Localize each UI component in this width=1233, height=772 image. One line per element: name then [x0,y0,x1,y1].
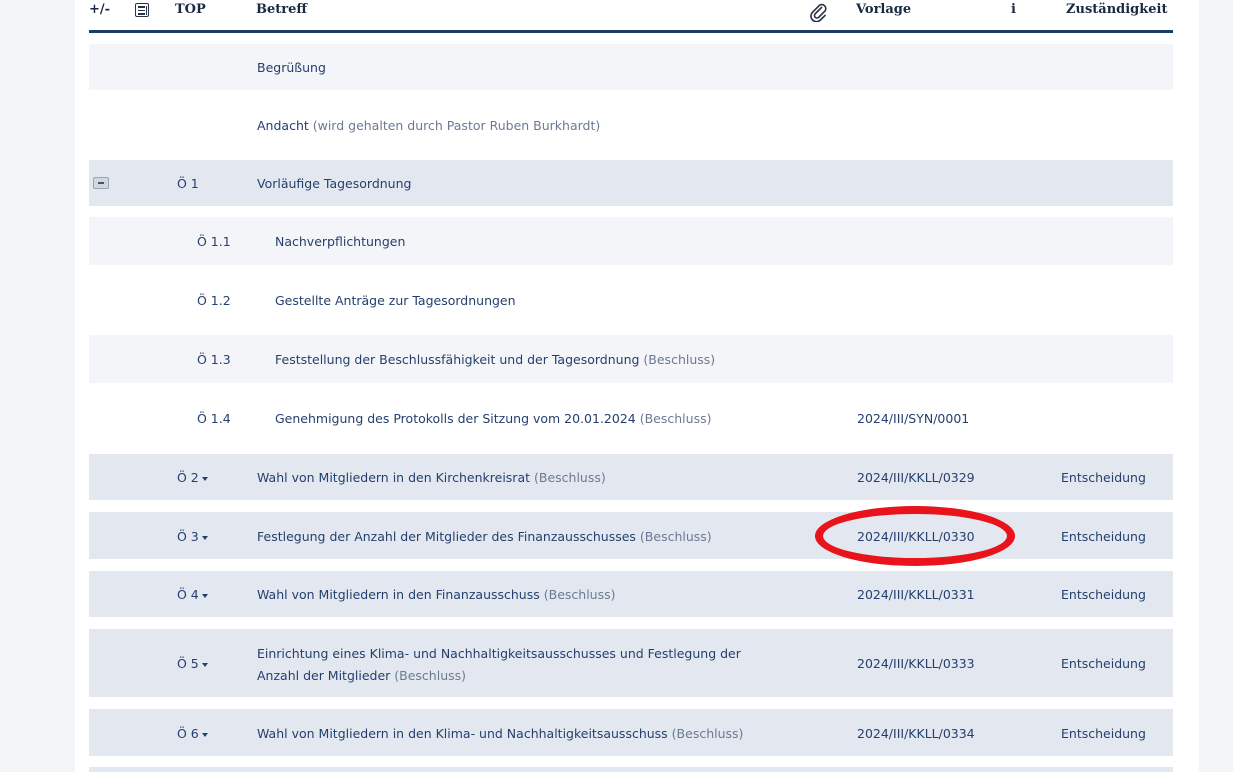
betreff-link[interactable]: Nachverpflichtungen [275,234,405,249]
table-row: Ö 1.2 Gestellte Anträge zur Tagesordnung… [89,276,1173,324]
info-icon: i [1011,2,1016,17]
betreff-link[interactable]: Feststellung der Beschlussfähigkeit und … [275,352,715,367]
column-vorlage-header: Vorlage [856,2,912,17]
zustaendigkeit-value: Entscheidung [1061,470,1146,485]
top-number-dropdown[interactable]: Ö 4 [177,587,208,602]
betreff-link[interactable]: Vorläufige Tagesordnung [257,176,411,191]
top-number-dropdown[interactable]: Ö 2 [177,470,208,485]
betreff-link[interactable]: Wahl von Mitgliedern in den Finanzaussch… [257,587,616,602]
column-zustaendigkeit-header: Zuständigkeit [1066,2,1168,17]
table-row: Ö 5 Einrichtung eines Klima- und Nachhal… [89,629,1173,697]
betreff-link[interactable]: Einrichtung eines Klima- und Nachhaltigk… [257,643,741,687]
column-betreff-header: Betreff [256,2,308,17]
top-number-dropdown[interactable]: Ö 5 [177,656,208,671]
top-number: Ö 1.2 [197,293,231,308]
top-number: Ö 1.4 [197,411,231,426]
top-number: Ö 1.1 [197,234,231,249]
header-rule [89,30,1173,33]
highlight-circle-annotation [815,506,1015,566]
zustaendigkeit-value: Entscheidung [1061,587,1146,602]
caret-down-icon [201,535,208,540]
caret-down-icon [201,662,208,667]
betreff-link[interactable]: Wahl von Mitgliedern in den Klima- und N… [257,726,743,741]
table-row [89,767,1173,772]
caret-down-icon [201,476,208,481]
vorlage-link[interactable]: 2024/III/KKLL/0329 [857,470,975,485]
table-header: +/- TOP Betreff Vorlage i Zuständigkeit [75,0,1199,33]
zustaendigkeit-value: Entscheidung [1061,529,1146,544]
table-row: Ö 4 Wahl von Mitgliedern in den Finanzau… [89,571,1173,617]
top-number: Ö 1 [177,176,199,191]
betreff-link[interactable]: Wahl von Mitgliedern in den Kirchenkreis… [257,470,606,485]
expand-collapse-all-header[interactable]: +/- [89,2,110,17]
betreff-link[interactable]: Gestellte Anträge zur Tagesordnungen [275,293,516,308]
zustaendigkeit-value: Entscheidung [1061,656,1146,671]
paperclip-icon [810,3,827,22]
zustaendigkeit-value: Entscheidung [1061,726,1146,741]
table-row: Ö 1.4 Genehmigung des Protokolls der Sit… [89,394,1173,442]
top-number-dropdown[interactable]: Ö 6 [177,726,208,741]
collapse-toggle-button[interactable] [93,177,109,189]
list-icon[interactable] [135,3,149,17]
table-row: Ö 1.3 Feststellung der Beschlussfähigkei… [89,335,1173,383]
table-row: Ö 2 Wahl von Mitgliedern in den Kirchenk… [89,454,1173,500]
betreff-link[interactable]: Genehmigung des Protokolls der Sitzung v… [275,411,711,426]
betreff-link[interactable]: Begrüßung [257,60,326,75]
table-row: Ö 1 Vorläufige Tagesordnung [89,160,1173,206]
vorlage-link[interactable]: 2024/III/SYN/0001 [857,411,969,426]
top-number-dropdown[interactable]: Ö 3 [177,529,208,544]
column-top-header: TOP [175,2,206,17]
table-row: Andacht (wird gehalten durch Pastor Rube… [89,101,1173,149]
top-number: Ö 1.3 [197,352,231,367]
vorlage-link[interactable]: 2024/III/KKLL/0334 [857,726,975,741]
vorlage-link[interactable]: 2024/III/KKLL/0333 [857,656,975,671]
caret-down-icon [201,593,208,598]
betreff-link[interactable]: Andacht (wird gehalten durch Pastor Rube… [257,118,600,133]
vorlage-link[interactable]: 2024/III/KKLL/0331 [857,587,975,602]
betreff-link[interactable]: Festlegung der Anzahl der Mitglieder des… [257,529,712,544]
caret-down-icon [201,732,208,737]
table-row: Begrüßung [89,44,1173,90]
table-row: Ö 6 Wahl von Mitgliedern in den Klima- u… [89,709,1173,756]
table-row: Ö 1.1 Nachverpflichtungen [89,217,1173,265]
agenda-panel: +/- TOP Betreff Vorlage i Zuständigkeit … [75,0,1199,772]
